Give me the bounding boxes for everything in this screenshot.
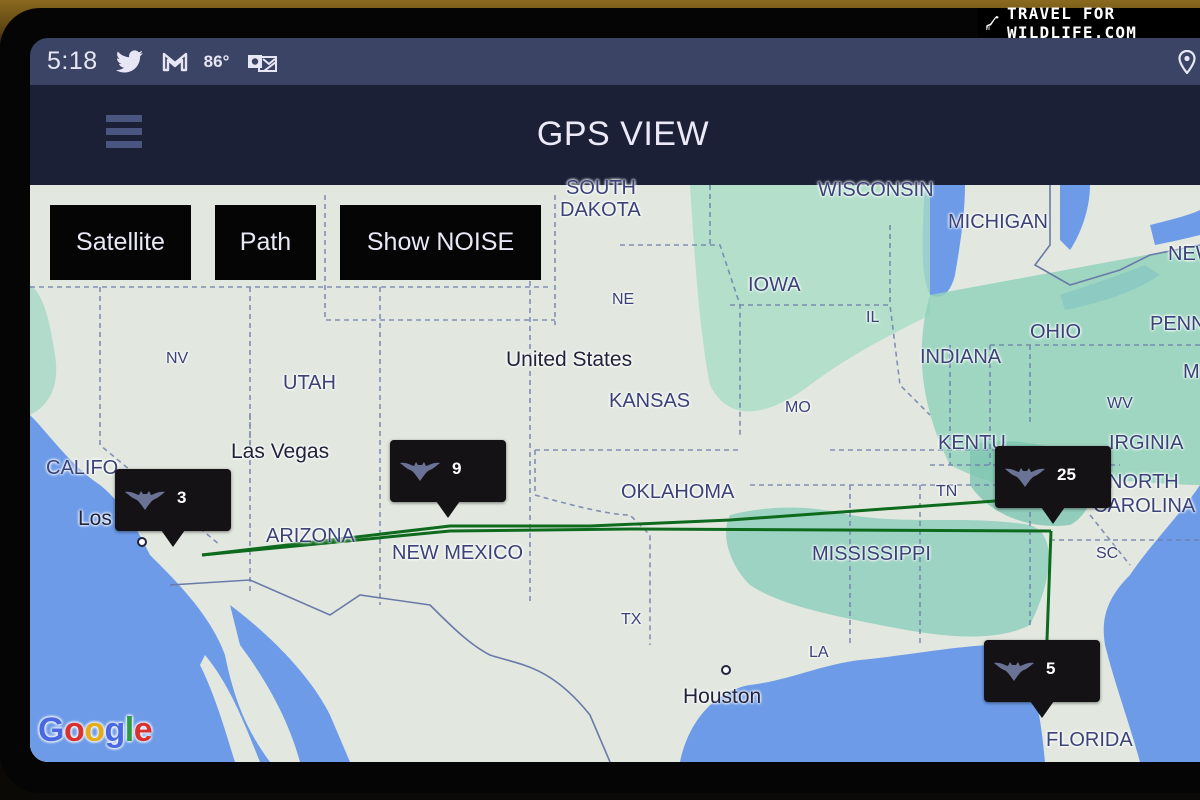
path-segment-to-tennessee (629, 527, 1052, 533)
map-label-penn: PENN (1150, 313, 1200, 335)
map-label-florida: FLORIDA (1046, 729, 1133, 751)
outlook-icon (247, 51, 278, 73)
phone-screen: 5:18 86° GPS VIEW Satellite Path Show NO… (30, 38, 1200, 762)
map-label-michigan: MICHIGAN (948, 211, 1048, 233)
map-label-la: LA (809, 644, 829, 661)
map-label-ohio: OHIO (1030, 321, 1082, 343)
status-time: 5:18 (47, 47, 98, 75)
path-segment-to-kentucky (589, 499, 996, 528)
marker-new-mexico[interactable]: 9 (390, 440, 506, 518)
map-label-tn: TN (936, 483, 958, 500)
map-label-new-mexico: NEW MEXICO (392, 542, 524, 564)
map-label-california: CALIFO (46, 457, 119, 479)
bat-icon (400, 462, 440, 481)
map-label-new: NEW (1168, 243, 1200, 265)
city-dot-los-angeles (137, 537, 147, 547)
map-label-nv: NV (166, 350, 189, 367)
google-attribution-logo: Google (38, 711, 153, 749)
map-label-mo: MO (785, 399, 811, 416)
map-label-north: NORTH (1108, 471, 1179, 493)
marker-count: 9 (452, 459, 462, 478)
watermark-text: TRAVEL FOR WILDLIFE.COM (1007, 4, 1138, 42)
status-temperature: 86° (203, 51, 230, 71)
bat-icon (994, 662, 1034, 681)
marker-florida[interactable]: 5 (984, 640, 1100, 718)
satellite-button[interactable]: Satellite (50, 205, 191, 280)
marker-count: 3 (177, 488, 187, 507)
map-label-iowa: IOWA (748, 274, 801, 296)
location-icon (1178, 49, 1196, 79)
map-label-indiana: INDIANA (920, 346, 1002, 368)
map-label-united-states: United States (506, 348, 633, 371)
bat-icon (1005, 468, 1045, 487)
map-view[interactable]: Satellite Path Show NOISE SOUTH DAKOTA W… (30, 177, 1200, 762)
map-label-ne: NE (612, 291, 635, 308)
map-label-oklahoma: OKLAHOMA (621, 481, 735, 503)
marker-count: 5 (1046, 659, 1056, 678)
map-label-tx: TX (621, 611, 642, 628)
map-label-mississippi: MISSISSIPPI (812, 543, 931, 565)
gmail-icon (162, 52, 188, 72)
map-label-utah: UTAH (283, 372, 336, 394)
marker-tennessee[interactable]: 25 (995, 446, 1111, 524)
path-segment-to-florida (1045, 530, 1053, 641)
map-label-houston: Houston (683, 685, 762, 708)
show-noise-button[interactable]: Show NOISE (340, 205, 541, 280)
path-button[interactable]: Path (215, 205, 316, 280)
bat-icon (125, 491, 165, 510)
map-label-virginia: IRGINIA (1109, 432, 1184, 454)
map-label-kansas: KANSAS (609, 390, 691, 412)
map-label-arizona: ARIZONA (266, 525, 355, 547)
map-label-dakota: DAKOTA (560, 199, 641, 221)
map-label-m: M (1183, 361, 1200, 383)
city-dot-houston (721, 665, 731, 675)
marker-los-angeles[interactable]: 3 (115, 469, 231, 547)
status-bar: 5:18 86° (30, 38, 1200, 85)
map-label-wisconsin: WISCONSIN (818, 179, 934, 201)
marker-count: 25 (1057, 465, 1076, 484)
giraffe-icon (986, 16, 999, 30)
map-label-south: SOUTH (566, 177, 636, 199)
twitter-icon (115, 49, 144, 74)
map-label-sc: SC (1096, 545, 1119, 562)
app-bar: GPS VIEW (30, 85, 1200, 185)
page-title: GPS VIEW (536, 115, 710, 153)
map-label-las-vegas: Las Vegas (231, 440, 330, 463)
watermark: TRAVEL FOR WILDLIFE.COM (978, 4, 1200, 42)
map-label-il: IL (866, 309, 880, 326)
map-label-wv: WV (1107, 395, 1133, 412)
